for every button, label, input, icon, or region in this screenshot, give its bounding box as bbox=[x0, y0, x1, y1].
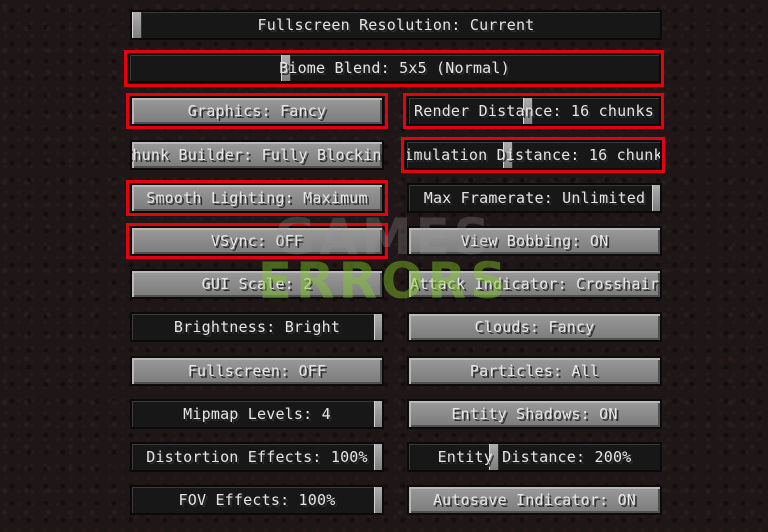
simulation-distance-slider[interactable]: Simulation Distance: 16 chunks bbox=[405, 140, 662, 170]
view-bobbing-button[interactable]: View Bobbing: ON bbox=[407, 226, 662, 256]
slider-label: FOV Effects: 100% bbox=[178, 491, 336, 509]
biome-blend-slider[interactable]: Biome Blend: 5x5 (Normal) bbox=[128, 53, 661, 83]
autosave-indicator-button[interactable]: Autosave Indicator: ON bbox=[407, 485, 662, 515]
graphics-button[interactable]: Graphics: Fancy bbox=[130, 96, 384, 126]
render-distance-slider[interactable]: Render Distance: 16 chunks bbox=[407, 96, 661, 126]
smooth-lighting-button[interactable]: Smooth Lighting: Maximum bbox=[130, 183, 384, 213]
slider-label: Distortion Effects: 100% bbox=[146, 448, 368, 466]
slider-handle[interactable] bbox=[374, 487, 382, 513]
slider-label: Render Distance: 16 chunks bbox=[414, 102, 654, 120]
slider-handle[interactable] bbox=[132, 12, 142, 38]
slider-handle[interactable] bbox=[374, 444, 382, 470]
slider-label: Brightness: Bright bbox=[173, 318, 341, 336]
attack-indicator-button[interactable]: Attack Indicator: Crosshair bbox=[407, 269, 662, 299]
max-framerate-slider[interactable]: Max Framerate: Unlimited bbox=[407, 183, 662, 213]
button-label: Autosave Indicator: ON bbox=[432, 491, 637, 509]
brightness-slider[interactable]: Brightness: Bright bbox=[130, 312, 384, 342]
entity-distance-slider[interactable]: Entity Distance: 200% bbox=[407, 442, 662, 472]
vsync-button[interactable]: VSync: OFF bbox=[130, 226, 384, 256]
slider-label: Entity Distance: 200% bbox=[437, 448, 632, 466]
clouds-button[interactable]: Clouds: Fancy bbox=[407, 312, 662, 342]
chunk-builder-button[interactable]: Chunk Builder: Fully Blocking bbox=[130, 140, 384, 170]
slider-handle[interactable] bbox=[374, 314, 382, 340]
slider-label: Fullscreen Resolution: Current bbox=[257, 16, 535, 34]
button-label: Clouds: Fancy bbox=[474, 318, 595, 336]
button-label: VSync: OFF bbox=[210, 232, 304, 250]
slider-handle[interactable] bbox=[652, 185, 660, 211]
fullscreen-resolution-slider[interactable]: Fullscreen Resolution: Current bbox=[130, 10, 662, 40]
button-label: Fullscreen: OFF bbox=[187, 362, 327, 380]
particles-button[interactable]: Particles: All bbox=[407, 356, 662, 386]
button-label: GUI Scale: 2 bbox=[201, 275, 313, 293]
button-label: Particles: All bbox=[469, 362, 600, 380]
button-label: Chunk Builder: Fully Blocking bbox=[130, 146, 384, 164]
fullscreen-button[interactable]: Fullscreen: OFF bbox=[130, 356, 384, 386]
slider-label: Simulation Distance: 16 chunks bbox=[405, 146, 662, 164]
fov-effects-slider[interactable]: FOV Effects: 100% bbox=[130, 485, 384, 515]
mipmap-levels-slider[interactable]: Mipmap Levels: 4 bbox=[130, 399, 384, 429]
slider-label: Max Framerate: Unlimited bbox=[423, 189, 646, 207]
slider-handle[interactable] bbox=[374, 401, 382, 427]
slider-label: Mipmap Levels: 4 bbox=[183, 405, 331, 423]
video-settings-screen: Fullscreen Resolution: Current Biome Ble… bbox=[0, 0, 768, 532]
gui-scale-button[interactable]: GUI Scale: 2 bbox=[130, 269, 384, 299]
button-label: View Bobbing: ON bbox=[460, 232, 609, 250]
button-label: Attack Indicator: Crosshair bbox=[409, 275, 660, 293]
button-label: Smooth Lighting: Maximum bbox=[146, 189, 368, 207]
slider-label: Biome Blend: 5x5 (Normal) bbox=[279, 59, 510, 77]
button-label: Entity Shadows: ON bbox=[451, 405, 618, 423]
entity-shadows-button[interactable]: Entity Shadows: ON bbox=[407, 399, 662, 429]
distortion-effects-slider[interactable]: Distortion Effects: 100% bbox=[130, 442, 384, 472]
button-label: Graphics: Fancy bbox=[187, 102, 327, 120]
